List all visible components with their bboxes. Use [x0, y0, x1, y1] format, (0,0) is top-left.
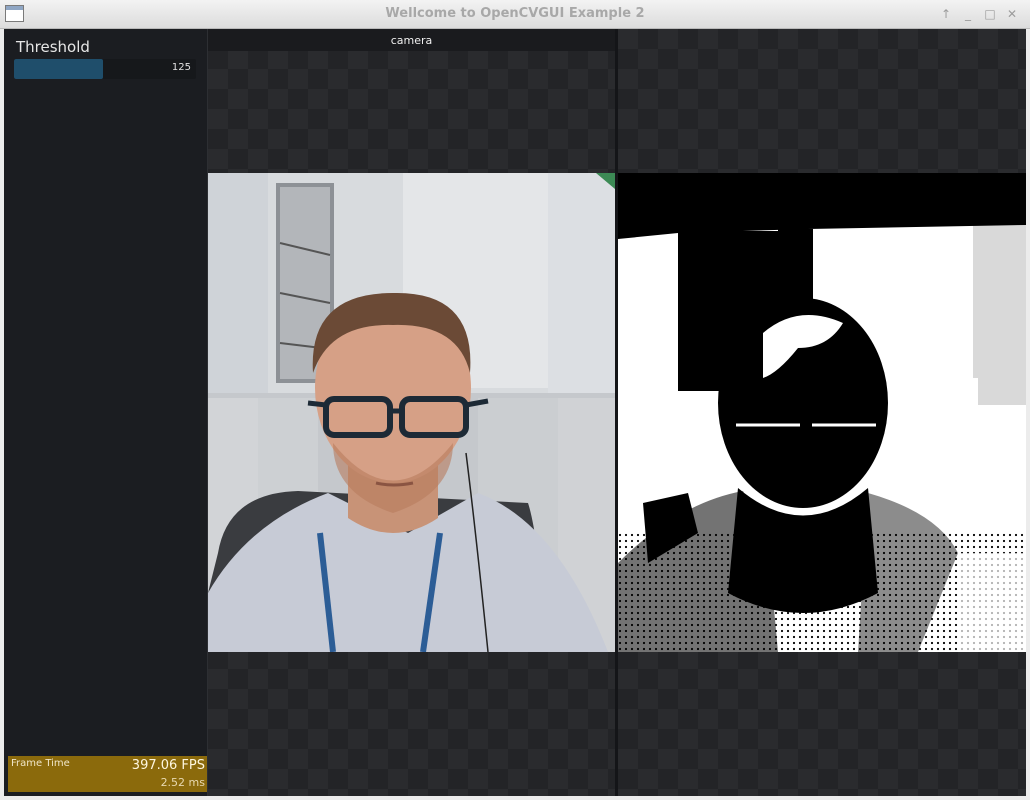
frame-ms-value: 2.52 ms: [160, 776, 205, 789]
close-button[interactable]: ✕: [1004, 5, 1020, 23]
threshold-label: Threshold: [16, 38, 90, 56]
camera-image: [208, 173, 615, 652]
minimize-button[interactable]: _: [960, 5, 976, 23]
threshold-value: 125: [171, 62, 191, 73]
sidebar: Threshold 125 Frame Time 397.06 FPS 2.52…: [4, 29, 208, 796]
window-title: Wellcome to OpenCVGUI Example 2: [385, 6, 645, 21]
threshold-view[interactable]: [618, 29, 1026, 796]
camera-view-header: camera: [208, 29, 615, 51]
frame-fps-value: 397.06 FPS: [131, 758, 205, 773]
threshold-image: [618, 173, 1026, 652]
threshold-slider-fill[interactable]: [14, 59, 104, 79]
maximize-button[interactable]: □: [982, 5, 998, 23]
frame-time-panel: Frame Time 397.06 FPS 2.52 ms: [8, 756, 207, 792]
threshold-slider[interactable]: 125: [14, 59, 196, 79]
camera-view[interactable]: camera: [208, 29, 615, 796]
keep-above-button[interactable]: ↑: [938, 5, 954, 23]
frame-time-label: Frame Time: [11, 758, 70, 769]
window-titlebar[interactable]: Wellcome to OpenCVGUI Example 2 ↑ _ □ ✕: [0, 0, 1030, 29]
app-area: Threshold 125 Frame Time 397.06 FPS 2.52…: [4, 29, 1026, 796]
camera-view-title: camera: [390, 34, 433, 47]
